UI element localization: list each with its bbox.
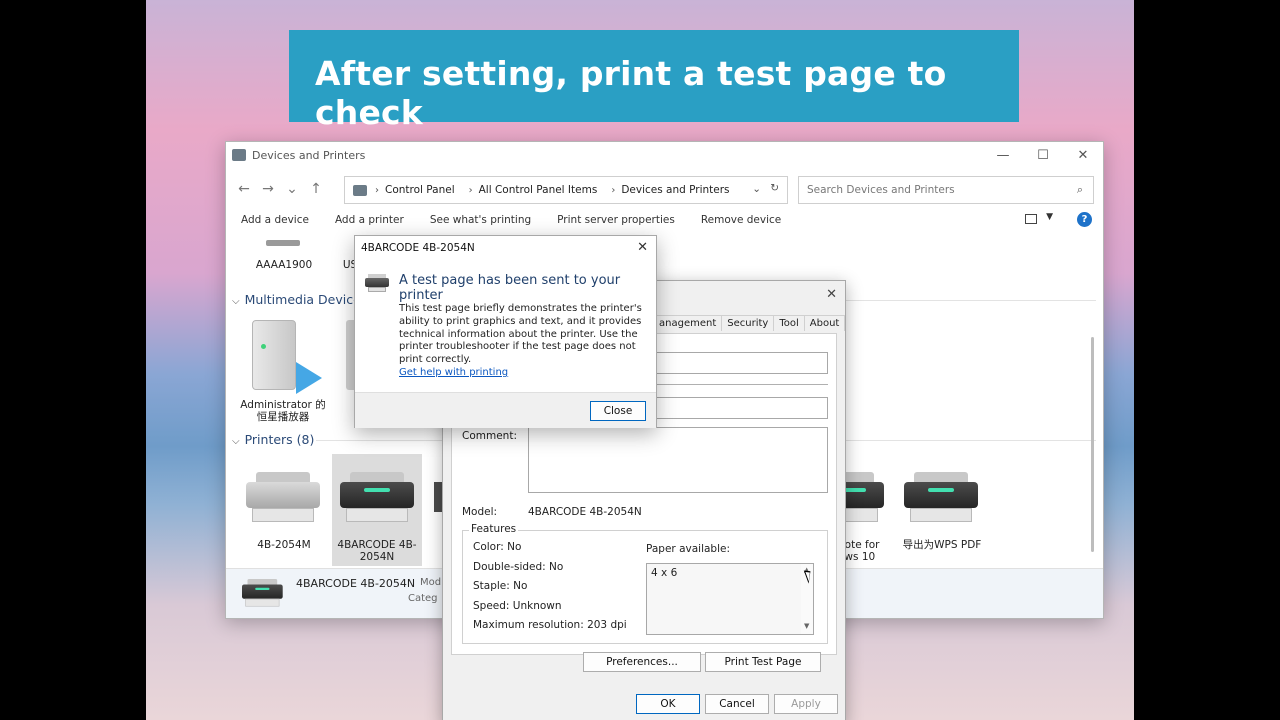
printer-label-4barcode[interactable]: 4BARCODE 4B-2054N: [332, 539, 422, 563]
device-label-media-player[interactable]: Administrator 的 恒星播放器: [238, 399, 328, 423]
model-value: 4BARCODE 4B-2054N: [528, 506, 642, 518]
title-bar: Devices and Printers — ☐ ✕: [226, 142, 1103, 169]
print-server-properties-button[interactable]: Print server properties: [557, 214, 675, 226]
comment-field[interactable]: [528, 427, 828, 493]
tab-about[interactable]: About: [803, 315, 846, 331]
ok-button[interactable]: OK: [636, 694, 700, 714]
add-printer-button[interactable]: Add a printer: [335, 214, 404, 226]
printer-icon[interactable]: [340, 472, 414, 526]
command-bar: Add a device Add a printer See what's pr…: [226, 209, 1103, 231]
dialog-body-text: This test page briefly demonstrates the …: [399, 303, 642, 366]
back-arrow-icon[interactable]: ←: [232, 181, 256, 197]
up-arrow-icon[interactable]: ↑: [304, 181, 328, 197]
tab-tool[interactable]: Tool: [773, 315, 805, 331]
model-label: Model:: [462, 506, 498, 518]
paper-available-list[interactable]: 4 x 6 ▲ ▼: [646, 563, 814, 635]
dialog-footer: Close: [355, 392, 656, 428]
control-panel-icon: [353, 184, 367, 196]
details-model-label: Mod: [420, 577, 442, 588]
breadcrumb-devices-printers[interactable]: Devices and Printers: [621, 184, 729, 196]
printer-label-wps-pdf[interactable]: 导出为WPS PDF: [890, 539, 994, 551]
breadcrumb-separator-icon: ›: [375, 184, 379, 196]
printer-name-field[interactable]: [654, 352, 828, 374]
device-icon-partial: [266, 240, 300, 246]
banner-caption: After setting, print a test page to chec…: [289, 30, 1019, 132]
printer-icon-partial: [434, 482, 442, 512]
view-dropdown-icon[interactable]: ▼: [1046, 212, 1053, 222]
properties-tabs: anagement Security Tool About: [653, 315, 846, 331]
printer-icon[interactable]: [246, 472, 320, 526]
feature-max-resolution: Maximum resolution: 203 dpi: [473, 619, 627, 631]
remove-device-button[interactable]: Remove device: [701, 214, 781, 226]
feature-double-sided: Double-sided: No: [473, 561, 564, 573]
address-dropdown-icon[interactable]: ⌄: [752, 183, 761, 195]
address-bar[interactable]: › Control Panel › All Control Panel Item…: [344, 176, 788, 204]
vertical-scrollbar[interactable]: [1091, 337, 1094, 552]
device-label-aaaa1900[interactable]: AAAA1900: [250, 259, 318, 271]
forward-arrow-icon[interactable]: →: [256, 181, 280, 197]
print-test-page-button[interactable]: Print Test Page: [705, 652, 821, 672]
apply-button: Apply: [774, 694, 838, 714]
close-button[interactable]: Close: [590, 401, 646, 421]
feature-speed: Speed: Unknown: [473, 600, 562, 612]
media-server-icon[interactable]: [252, 320, 322, 402]
search-input[interactable]: Search Devices and Printers ⌕: [798, 176, 1094, 204]
close-window-button[interactable]: ✕: [1063, 142, 1103, 169]
dialog-title: 4BARCODE 4B-2054N: [361, 242, 475, 254]
add-device-button[interactable]: Add a device: [241, 214, 309, 226]
group-multimedia-devices[interactable]: Multimedia Devices: [232, 292, 368, 307]
window-title: Devices and Printers: [252, 149, 366, 162]
test-page-sent-dialog: 4BARCODE 4B-2054N ✕ A test page has been…: [354, 235, 657, 428]
close-icon[interactable]: ✕: [637, 240, 648, 255]
cancel-button[interactable]: Cancel: [705, 694, 769, 714]
paper-available-label: Paper available:: [646, 543, 731, 555]
tab-device-management[interactable]: anagement: [653, 315, 723, 331]
features-legend: Features: [469, 523, 519, 535]
close-icon[interactable]: ✕: [826, 287, 837, 302]
minimize-button[interactable]: —: [983, 142, 1023, 169]
devices-printers-app-icon: [232, 149, 246, 161]
change-view-icon[interactable]: [1025, 214, 1037, 224]
help-printing-link[interactable]: Get help with printing: [399, 367, 508, 378]
feature-staple: Staple: No: [473, 580, 528, 592]
see-whats-printing-button[interactable]: See what's printing: [430, 214, 531, 226]
dialog-heading: A test page has been sent to your printe…: [399, 273, 621, 303]
recent-locations-chevron-icon[interactable]: ⌄: [280, 181, 304, 197]
maximize-button[interactable]: ☐: [1023, 142, 1063, 169]
breadcrumb-all-items[interactable]: All Control Panel Items: [479, 184, 598, 196]
printer-icon[interactable]: [904, 472, 978, 526]
breadcrumb-separator-icon: ›: [468, 184, 473, 196]
refresh-icon[interactable]: ↻: [770, 182, 779, 194]
search-icon[interactable]: ⌕: [1077, 183, 1083, 197]
group-printers[interactable]: Printers (8): [232, 432, 315, 447]
window-controls: — ☐ ✕: [983, 142, 1103, 169]
printer-icon: [242, 579, 283, 609]
printer-label-4b-2054m[interactable]: 4B-2054M: [244, 539, 324, 551]
desktop-background: After setting, print a test page to chec…: [146, 0, 1134, 720]
selected-device-name: 4BARCODE 4B-2054N: [296, 577, 416, 590]
comment-label: Comment:: [462, 430, 517, 442]
feature-color: Color: No: [473, 541, 522, 553]
features-group: Features Color: No Double-sided: No Stap…: [462, 523, 828, 644]
breadcrumb-control-panel[interactable]: Control Panel: [385, 184, 455, 196]
preferences-button[interactable]: Preferences...: [583, 652, 701, 672]
help-icon[interactable]: ?: [1077, 212, 1092, 227]
separator: [654, 384, 828, 385]
search-placeholder: Search Devices and Printers: [807, 184, 955, 196]
navigation-bar: ← → ⌄ ↑ › Control Panel › All Control Pa…: [226, 169, 1103, 209]
details-category-label: Categ: [408, 593, 438, 604]
paper-size-item[interactable]: 4 x 6: [651, 567, 677, 579]
scroll-down-icon[interactable]: ▼: [804, 622, 809, 630]
printer-icon: [365, 274, 389, 294]
location-field[interactable]: [654, 397, 828, 419]
tab-security[interactable]: Security: [721, 315, 775, 331]
breadcrumb-separator-icon: ›: [611, 184, 616, 196]
